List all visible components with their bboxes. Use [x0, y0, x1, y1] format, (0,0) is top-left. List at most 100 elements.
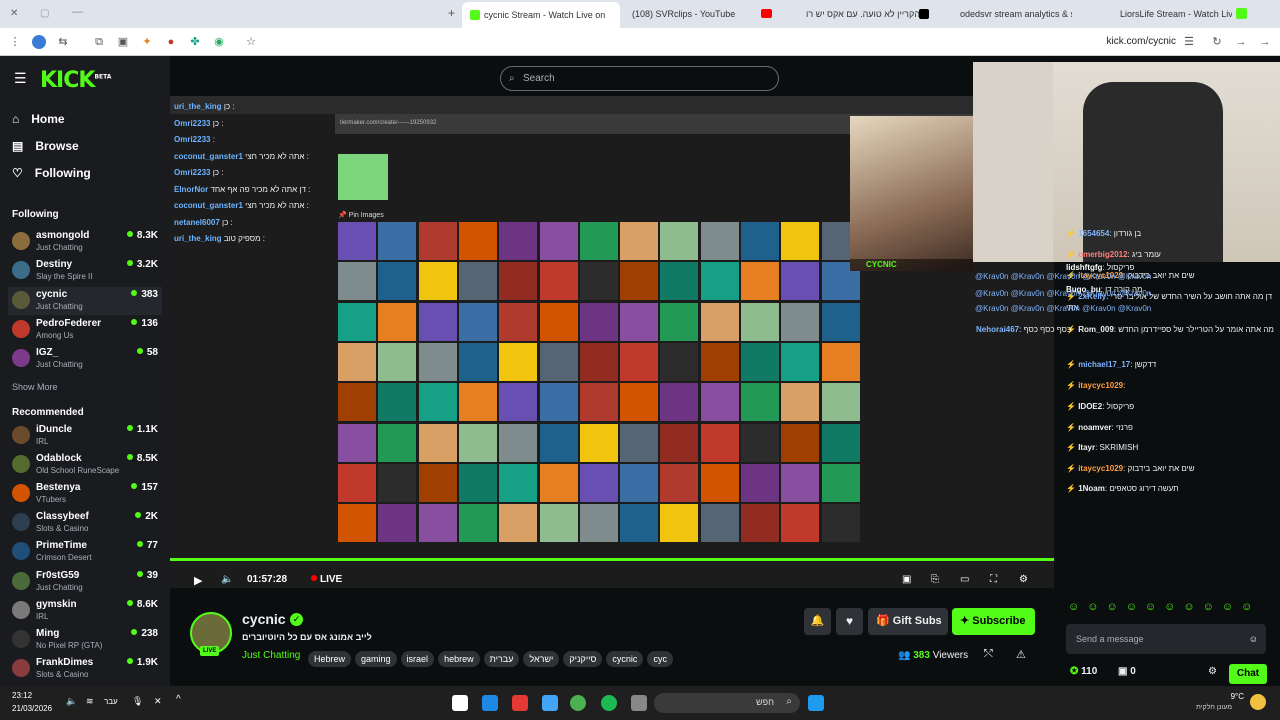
spotify-icon[interactable] — [601, 695, 617, 711]
browser-tab-5[interactable]: LiorsLife Stream - Watch Live o — [1120, 4, 1232, 24]
taskbar-time[interactable]: 23:12 — [12, 691, 32, 700]
channel-row[interactable]: IGZ_ Just Chatting 58 — [8, 345, 162, 373]
chat-username[interactable]: michael17_17 — [1078, 360, 1130, 369]
emote-bar[interactable]: ☺☺☺☺☺☺☺☺☺☺ — [1068, 601, 1260, 613]
chat-username[interactable]: noamver — [1078, 423, 1111, 432]
chat-input[interactable]: Send a message ☺ — [1066, 624, 1266, 654]
speaker-icon[interactable]: 🔈 — [66, 696, 77, 707]
minimize-icon[interactable]: — — [72, 6, 83, 18]
streamer-name[interactable]: cycnic — [242, 611, 286, 627]
reload-icon[interactable]: ↻ — [1210, 35, 1224, 49]
weather-icon[interactable] — [1250, 694, 1266, 710]
close-icon[interactable]: ✕ — [10, 8, 18, 19]
app-icon[interactable] — [631, 695, 647, 711]
volume-icon[interactable]: 🔈 — [221, 574, 233, 585]
channel-avatar[interactable] — [12, 426, 30, 444]
channel-avatar[interactable] — [12, 658, 30, 677]
gift-subs-button[interactable]: 🎁 Gift Subs — [868, 608, 948, 635]
channel-row[interactable]: Destiny Slay the Spire II 3.2K — [8, 257, 162, 285]
forward-icon[interactable]: → — [1234, 35, 1248, 49]
chat-username[interactable]: itaycyc1029 — [1078, 464, 1123, 473]
follow-heart-button[interactable]: ♥ — [836, 608, 863, 635]
notification-off-icon[interactable]: ✕ — [154, 696, 162, 707]
hamburger-menu-icon[interactable]: ☰ — [14, 70, 27, 87]
channel-avatar[interactable] — [12, 455, 30, 474]
fullscreen-icon[interactable]: ⛶ — [990, 574, 997, 585]
browser-tab-2[interactable]: (108) SVRclips - YouTube — [632, 4, 772, 24]
channel-row[interactable]: cycnic Just Chatting 383 — [8, 286, 162, 315]
notification-bell-button[interactable]: 🔔 — [804, 608, 831, 635]
channel-avatar[interactable] — [12, 261, 30, 280]
pip-icon[interactable]: ▣ — [902, 574, 911, 585]
channel-avatar[interactable] — [12, 600, 30, 619]
extension-icon[interactable] — [32, 35, 46, 49]
app-icon[interactable] — [512, 695, 528, 711]
menu-dots-icon[interactable]: ⋮ — [8, 35, 22, 49]
chat-send-button[interactable]: Chat — [1229, 664, 1267, 684]
window-icon[interactable]: ▢ — [40, 8, 49, 19]
share-icon[interactable]: ⤲ — [984, 648, 993, 661]
extension-icon[interactable]: ✤ — [188, 35, 202, 49]
clip-icon[interactable]: ⎘ — [931, 574, 939, 585]
channel-points[interactable]: ✪ 110 — [1070, 666, 1097, 677]
stream-tag[interactable]: hebrew — [438, 651, 480, 667]
channel-row[interactable]: Classybeef Slots & Casino 2K — [8, 509, 162, 537]
channel-avatar[interactable] — [12, 349, 30, 368]
channel-avatar[interactable] — [12, 513, 30, 532]
channel-row[interactable]: Bestenya VTubers 157 — [8, 480, 162, 508]
new-tab-icon[interactable]: + — [448, 6, 455, 20]
browser-tab-3[interactable]: הקריין לא טועה. עם אקס יש רו — [806, 4, 921, 24]
channel-row[interactable]: Fr0stG59 Just Chatting 39 — [8, 568, 162, 596]
stream-tag[interactable]: israel — [400, 651, 435, 667]
channel-avatar[interactable] — [12, 629, 30, 648]
chat-username[interactable]: Itayr — [1078, 443, 1095, 452]
channel-row[interactable]: FrankDimes Slots & Casino 1.9K — [8, 655, 162, 683]
back-icon[interactable]: → — [1258, 35, 1272, 49]
taskbar-search[interactable]: חפש ⌕ — [654, 693, 800, 713]
taskbar-date[interactable]: 21/03/2026 — [12, 704, 52, 713]
site-settings-icon[interactable]: ☰ — [1182, 35, 1196, 49]
stream-tag[interactable]: cyc — [647, 651, 673, 667]
report-icon[interactable]: ⚠ — [1016, 648, 1026, 661]
stream-tag[interactable]: עברית — [483, 651, 520, 667]
stream-tag[interactable]: cycnic — [606, 651, 644, 667]
kick-logo[interactable]: KICKBETA — [40, 68, 111, 93]
nav-browse[interactable]: ▤ Browse — [12, 135, 79, 157]
stream-tag[interactable]: סייקניק — [563, 651, 603, 667]
channel-row[interactable]: iDuncle IRL 1.1K — [8, 422, 162, 450]
nav-home[interactable]: ⌂ Home — [12, 108, 65, 130]
windows-start-icon[interactable] — [808, 695, 824, 711]
chat-username[interactable]: IDOE2 — [1078, 402, 1102, 411]
input-language[interactable]: עבר — [104, 697, 118, 706]
extension-icon[interactable]: ▣ — [116, 35, 130, 49]
extension-icon[interactable]: ✦ — [140, 35, 154, 49]
stream-tag[interactable]: Hebrew — [308, 651, 352, 667]
chat-settings-icon[interactable]: ⚙ — [1208, 666, 1217, 677]
nav-following[interactable]: ♡ Following — [12, 162, 91, 184]
subscribe-button[interactable]: ✦ Subscribe — [952, 608, 1035, 635]
channel-row[interactable]: asmongold Just Chatting 8.3K — [8, 228, 162, 256]
wifi-icon[interactable]: ≋ — [86, 696, 94, 707]
app-icon[interactable] — [452, 695, 468, 711]
channel-avatar[interactable] — [12, 571, 30, 590]
chat-username[interactable]: omerbig2012 — [1078, 250, 1127, 259]
search-input[interactable]: ⌕ Search — [500, 66, 779, 91]
channel-avatar[interactable] — [12, 484, 30, 503]
chrome-icon[interactable] — [570, 695, 586, 711]
channel-row[interactable]: PrimeTime Crimson Desert 77 — [8, 538, 162, 566]
channel-avatar[interactable] — [12, 232, 30, 250]
channel-avatar[interactable] — [12, 542, 30, 561]
app-icon[interactable] — [482, 695, 498, 711]
theater-icon[interactable]: ▭ — [960, 574, 969, 585]
url-text[interactable]: kick.com/cycnic — [1100, 36, 1176, 47]
mic-icon[interactable]: 🎙 — [132, 696, 143, 707]
stream-tag[interactable]: gaming — [355, 651, 397, 667]
browser-tab-4[interactable]: odedsvr stream analytics & sta — [960, 4, 1072, 24]
emoji-icon[interactable]: ☺ — [1249, 624, 1258, 654]
chat-username[interactable]: 1Noam — [1078, 484, 1105, 493]
settings-icon[interactable]: ⚙ — [1019, 574, 1028, 585]
browser-tab-1[interactable]: cycnic Stream - Watch Live on — [462, 2, 620, 28]
video-progress-bar[interactable] — [170, 558, 1054, 561]
app-icon[interactable] — [542, 695, 558, 711]
play-button[interactable]: ▶ — [194, 574, 202, 587]
